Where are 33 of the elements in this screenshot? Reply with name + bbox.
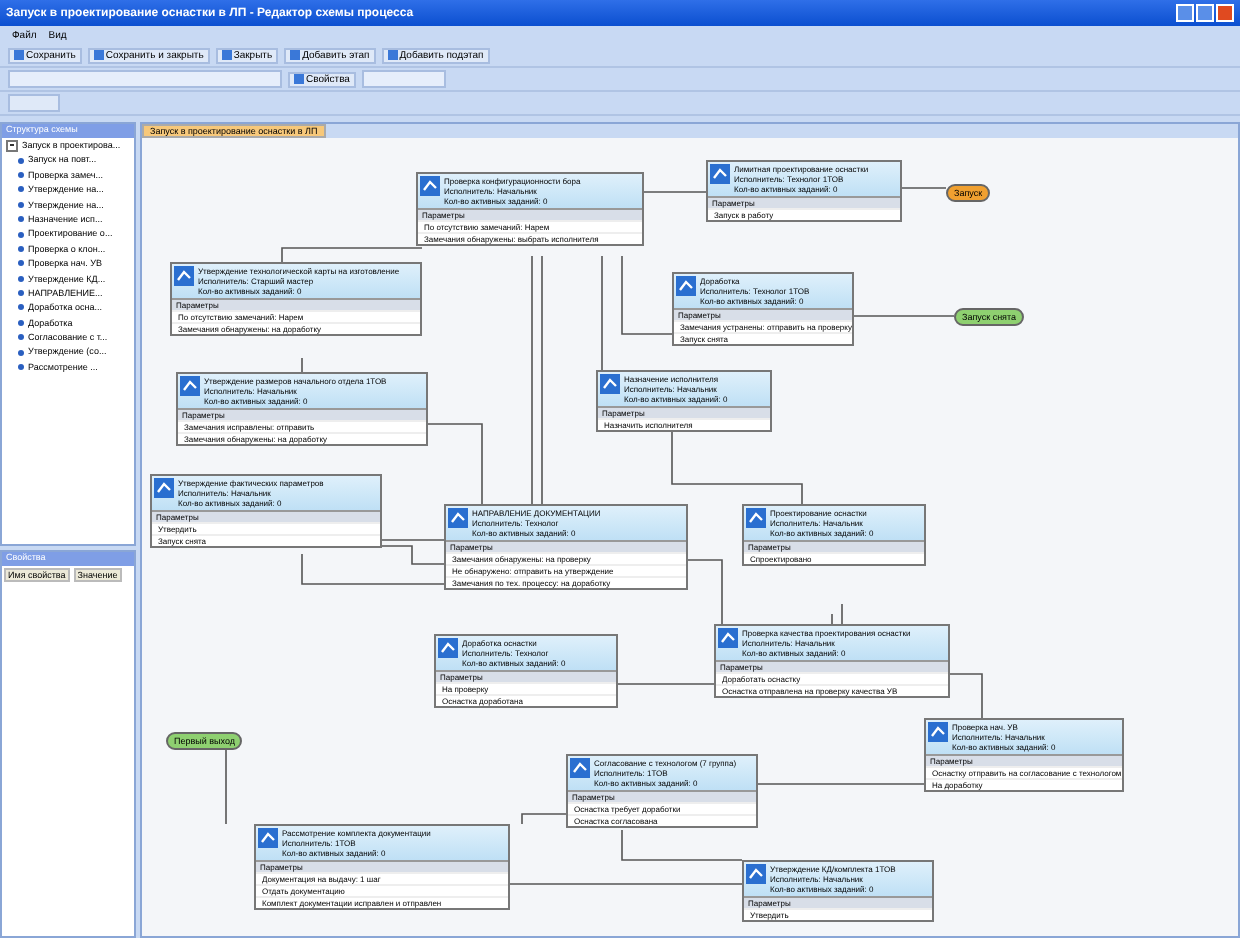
stage-icon [180,376,200,396]
stage-icon [710,164,730,184]
stage-icon [420,176,440,196]
connector-line [831,613,833,625]
connector-line [945,673,983,719]
connector-line [639,191,707,193]
connector-line [521,813,567,825]
stage-icon [676,276,696,296]
stage-icon [746,508,766,528]
stage-icon [718,628,738,648]
stage-icon [448,508,468,528]
stage-icon [570,758,590,778]
connector-line [897,187,947,189]
connector-line [601,255,603,371]
stage-icon [438,638,458,658]
minimize-button[interactable] [1176,4,1194,22]
close-button[interactable] [1216,4,1234,22]
maximize-button[interactable] [1196,4,1214,22]
expand-icon[interactable] [6,139,18,152]
stage-icon [600,374,620,394]
connector-line [841,603,843,625]
stage-icon [258,828,278,848]
connector-line [301,357,303,373]
connector-line [621,829,743,861]
dropdown-field[interactable] [8,70,282,88]
stage-icon [928,722,948,742]
connector-line [425,423,483,505]
stage-icon [174,266,194,286]
connector-line [281,247,423,263]
stage-icon [746,864,766,884]
connector-line [613,683,715,685]
stage-icon [154,478,174,498]
dropdown-field[interactable] [361,70,446,88]
